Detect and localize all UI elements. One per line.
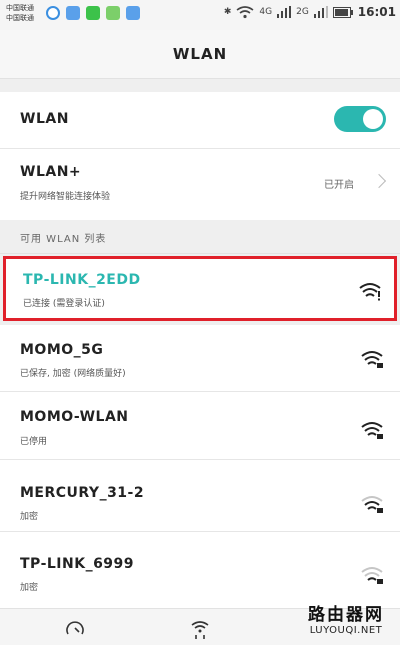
network-status: 已连接 (需登录认证) — [23, 299, 105, 309]
toggle-knob — [363, 109, 383, 129]
network-item-tp-link-6999[interactable]: TP-LINK_6999 加密 — [0, 532, 400, 608]
network-item-momo-wlan[interactable]: MOMO-WLAN 已停用 — [0, 392, 400, 459]
wlan-plus-description: 提升网络智能连接体验 — [20, 192, 111, 202]
wifi-signal-warning-icon — [359, 283, 381, 301]
wlan-plus-row[interactable]: WLAN+ 提升网络智能连接体验 已开启 — [0, 149, 400, 220]
network-item-tp-link-2edd[interactable]: TP-LINK_2EDD 已连接 (需登录认证) — [3, 256, 397, 321]
wlan-toggle-row[interactable]: WLAN — [0, 92, 400, 148]
available-networks-header: 可用 WLAN 列表 — [0, 220, 400, 254]
app-icon — [106, 6, 120, 20]
watermark-en: LUYOUQI.NET — [309, 625, 383, 636]
carrier-label-2: 中国联通 — [6, 14, 34, 22]
wifi-signal-locked-icon — [361, 422, 383, 439]
wlan-toggle-switch[interactable] — [334, 106, 386, 132]
network-ssid: MERCURY_31-2 — [20, 485, 145, 501]
speed-test-icon[interactable] — [64, 617, 86, 639]
network-status: 已停用 — [20, 437, 48, 447]
network-ssid: MOMO_5G — [20, 342, 104, 358]
clock: 16:01 — [357, 5, 396, 19]
watermark-logo: 路由器网 LUYOUQI.NET — [298, 600, 394, 636]
wifi-signal-medium-locked-icon — [361, 496, 383, 513]
network-status: 加密 — [20, 512, 39, 522]
wifi-direct-icon[interactable] — [189, 617, 211, 639]
browser-icon — [46, 6, 60, 20]
network-item-mercury-31-2[interactable]: MERCURY_31-2 加密 — [0, 460, 400, 531]
signal-icon-1 — [277, 6, 292, 18]
bluetooth-icon: ✱ — [223, 7, 232, 17]
network-item-momo-5g[interactable]: MOMO_5G 已保存, 加密 (网络质量好) — [0, 325, 400, 391]
wifi-signal-locked-icon — [361, 351, 383, 368]
watermark-cn: 路由器网 — [308, 605, 384, 625]
page-title: WLAN — [172, 45, 228, 63]
page-header: WLAN — [0, 30, 400, 78]
carrier-label-1: 中国联通 — [6, 4, 34, 12]
wlan-plus-state: 已开启 — [324, 180, 354, 191]
carrier-info: 中国联通 中国联通 — [6, 3, 34, 23]
status-right: ✱ 4G 2G 16:01 — [224, 5, 396, 19]
network-status: 加密 — [20, 583, 39, 593]
gallery-icon — [66, 6, 80, 20]
wifi-signal-weak-locked-icon — [361, 567, 383, 584]
battery-icon — [332, 6, 353, 18]
status-bar: 中国联通 中国联通 ✱ 4G 2G 16:01 — [0, 0, 400, 30]
network-ssid: TP-LINK_6999 — [20, 556, 135, 572]
wechat-icon — [86, 6, 100, 20]
network-ssid: MOMO-WLAN — [20, 409, 129, 425]
mail-icon — [126, 6, 140, 20]
network-ssid: TP-LINK_2EDD — [23, 272, 141, 288]
section-divider — [0, 78, 400, 92]
section-title: 可用 WLAN 列表 — [20, 234, 107, 245]
network-2g-label: 2G — [296, 7, 309, 17]
signal-icon-2 — [313, 6, 328, 18]
wlan-label: WLAN — [20, 111, 69, 127]
wifi-status-icon — [236, 5, 254, 18]
network-status: 已保存, 加密 (网络质量好) — [20, 369, 126, 379]
wlan-plus-label: WLAN+ — [20, 164, 82, 180]
chevron-right-icon — [371, 173, 387, 189]
network-4g-label: 4G — [259, 7, 273, 17]
notification-icons — [46, 6, 140, 20]
